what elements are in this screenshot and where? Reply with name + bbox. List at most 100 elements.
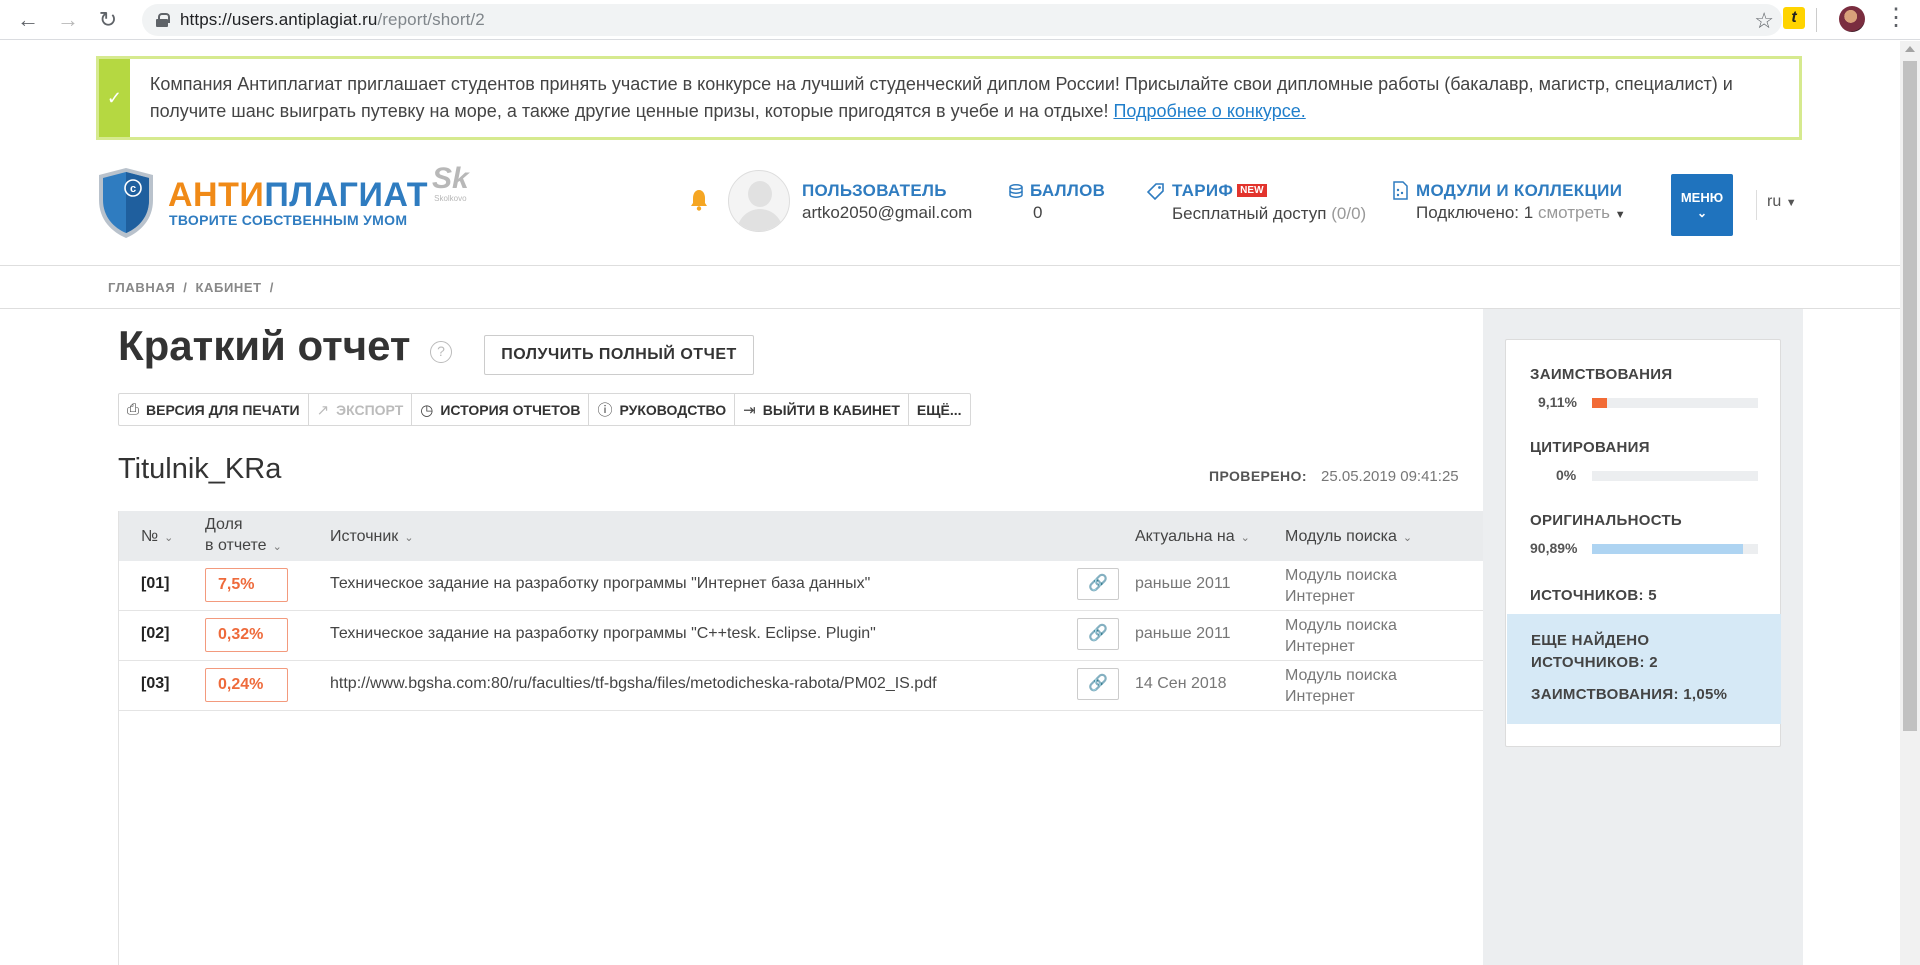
column-header-share[interactable]: Доля в отчете ⌄ [205, 514, 282, 558]
chevron-down-icon: ⌄ [404, 532, 414, 544]
document-modules-icon [1393, 181, 1408, 200]
originality-bar-fill [1592, 544, 1743, 554]
row-date: 14 Сен 2018 [1135, 675, 1227, 692]
table-row[interactable]: [02] 0,32% Техническое задание на разраб… [119, 611, 1483, 661]
column-header-source[interactable]: Источник ⌄ [330, 526, 414, 549]
breadcrumb-separator: / [269, 280, 274, 295]
menu-button[interactable]: МЕНЮ ⌄ [1671, 174, 1733, 236]
report-history-button[interactable]: ◷ ИСТОРИЯ ОТЧЕТОВ [412, 394, 590, 425]
originality-label: ОРИГИНАЛЬНОСТЬ [1530, 512, 1682, 529]
borrowing-value: 9,11% [1538, 394, 1577, 410]
table-header: № ⌄ Доля в отчете ⌄ Источник ⌄ Актуальна на ⌄… [119, 511, 1483, 561]
chevron-down-icon: ⌄ [1240, 532, 1250, 544]
checked-label: ПРОВЕРЕНО: [1209, 468, 1307, 484]
logo-wordmark[interactable]: АНТИПЛАГИАТ [168, 176, 428, 215]
row-source[interactable]: Техническое задание на разработку програ… [330, 625, 876, 643]
borrowing-label: ЗАИМСТВОВАНИЯ [1530, 366, 1673, 383]
document-name: Titulnik_KRa [118, 453, 282, 485]
column-header-actual[interactable]: Актуальна на ⌄ [1135, 526, 1250, 549]
printer-icon: ⎙ [127, 401, 140, 418]
get-full-report-button[interactable]: ПОЛУЧИТЬ ПОЛНЫЙ ОТЧЕТ [484, 335, 754, 375]
row-number: [01] [141, 575, 170, 592]
user-email: artko2050@gmail.com [802, 203, 973, 222]
new-badge: NEW [1237, 184, 1267, 197]
row-module: Модуль поиска Интернет [1285, 667, 1397, 705]
tariff-value: Бесплатный доступ (0/0) [1172, 204, 1367, 223]
bell-icon[interactable] [690, 189, 708, 211]
row-source[interactable]: http://www.bgsha.com:80/ru/faculties/tf-… [330, 675, 937, 693]
table-row[interactable]: [01] 7,5% Техническое задание на разрабо… [119, 561, 1483, 611]
scrollbar-thumb[interactable] [1903, 61, 1917, 731]
originality-value: 90,89% [1530, 540, 1578, 556]
borrowing-bar [1592, 398, 1758, 408]
modules-connected: Подключено: 1 смотреть ▼ [1416, 203, 1626, 222]
more-found-text: ЕЩЕ НАЙДЕНО ИСТОЧНИКОВ: 2 [1531, 632, 1658, 671]
modules-view-link[interactable]: смотреть [1538, 203, 1610, 222]
guide-button[interactable]: ⓘ РУКОВОДСТВО [589, 394, 736, 425]
browser-profile-avatar[interactable] [1839, 6, 1865, 32]
sources-count: ИСТОЧНИКОВ: 5 [1530, 587, 1657, 604]
column-header-module[interactable]: Модуль поиска ⌄ [1285, 526, 1412, 549]
chevron-down-icon: ⌄ [272, 541, 282, 553]
breadcrumb-cabinet[interactable]: КАБИНЕТ [195, 280, 261, 295]
tariff-label[interactable]: ТАРИФ NEW [1172, 181, 1267, 201]
points-value: 0 [1033, 203, 1043, 222]
breadcrumb-separator: / [183, 280, 188, 295]
row-number: [03] [141, 675, 170, 692]
more-button[interactable]: ЕЩЁ... [909, 394, 970, 425]
citation-bar [1592, 471, 1758, 481]
header-divider [0, 265, 1900, 266]
points-label[interactable]: БАЛЛОВ [1030, 181, 1105, 201]
row-share[interactable]: 0,32% [205, 618, 288, 652]
address-bar[interactable]: https://users.antiplagiat.ru/report/shor… [142, 3, 1782, 36]
row-share[interactable]: 0,24% [205, 668, 288, 702]
svg-text:c: c [130, 183, 136, 195]
row-share[interactable]: 7,5% [205, 568, 288, 602]
url-text: https://users.antiplagiat.ru/report/shor… [180, 9, 485, 29]
more-found-block[interactable]: ЕЩЕ НАЙДЕНО ИСТОЧНИКОВ: 2 ЗАИМСТВОВАНИЯ: … [1507, 614, 1781, 724]
logo-slogan: ТВОРИТЕ СОБСТВЕННЫМ УМОМ [169, 212, 408, 228]
exit-to-cabinet-button[interactable]: ⇥ ВЫЙТИ В КАБИНЕТ [735, 394, 909, 425]
price-tag-icon [1147, 183, 1164, 200]
row-source[interactable]: Техническое задание на разработку програ… [330, 575, 870, 593]
language-selector[interactable]: ru ▼ [1756, 190, 1797, 220]
antiplagiat-shield-logo-icon[interactable]: c [96, 166, 156, 240]
page-scrollbar[interactable] [1900, 41, 1920, 965]
chevron-down-icon[interactable]: ▼ [1615, 209, 1626, 221]
bookmark-star-icon[interactable]: ☆ [1754, 8, 1774, 34]
forward-arrow-icon[interactable]: → [50, 2, 86, 38]
link-icon[interactable]: 🔗 [1077, 568, 1119, 600]
link-icon[interactable]: 🔗 [1077, 618, 1119, 650]
scroll-up-arrow-icon[interactable] [1905, 46, 1915, 52]
report-toolbar: ⎙ ВЕРСИЯ ДЛЯ ПЕЧАТИ ↗ ЭКСПОРТ ◷ ИСТОРИЯ ОТЧ… [118, 393, 971, 426]
question-circle-icon: ⓘ [597, 402, 613, 419]
checked-date: 25.05.2019 09:41:25 [1321, 468, 1459, 485]
sources-table: № ⌄ Доля в отчете ⌄ Источник ⌄ Актуальна на ⌄… [118, 511, 1483, 965]
check-icon: ✓ [99, 59, 130, 137]
breadcrumb-home[interactable]: ГЛАВНАЯ [108, 280, 175, 295]
table-row[interactable]: [03] 0,24% http://www.bgsha.com:80/ru/fa… [119, 661, 1483, 711]
reload-icon[interactable]: ↻ [90, 2, 126, 38]
sign-in-icon: ⇥ [743, 401, 756, 419]
citation-label: ЦИТИРОВАНИЯ [1530, 439, 1650, 456]
link-icon[interactable]: 🔗 [1077, 668, 1119, 700]
column-header-num[interactable]: № ⌄ [141, 526, 173, 549]
print-version-button[interactable]: ⎙ ВЕРСИЯ ДЛЯ ПЕЧАТИ [119, 394, 309, 425]
modules-label[interactable]: МОДУЛИ И КОЛЛЕКЦИИ [1416, 181, 1622, 201]
chevron-down-icon: ▼ [1785, 197, 1797, 209]
back-arrow-icon[interactable]: ← [10, 2, 46, 38]
help-icon[interactable]: ? [430, 341, 452, 363]
chevron-down-icon: ⌄ [1402, 532, 1413, 544]
row-module: Модуль поиска Интернет [1285, 567, 1397, 605]
extension-icon[interactable]: t [1783, 7, 1805, 29]
user-label[interactable]: ПОЛЬЗОВАТЕЛЬ [802, 181, 947, 201]
export-button: ↗ ЭКСПОРТ [309, 394, 413, 425]
row-date: раньше 2011 [1135, 625, 1231, 642]
export-icon: ↗ [316, 401, 330, 419]
row-number: [02] [141, 625, 170, 642]
contest-details-link[interactable]: Подробнее о конкурсе. [1113, 101, 1305, 121]
page-title: Краткий отчет [118, 322, 411, 369]
user-avatar[interactable] [728, 170, 790, 232]
browser-menu-icon[interactable]: ⋮ [1884, 4, 1908, 32]
banner-message: Компания Антиплагиат приглашает студенто… [149, 74, 1733, 121]
